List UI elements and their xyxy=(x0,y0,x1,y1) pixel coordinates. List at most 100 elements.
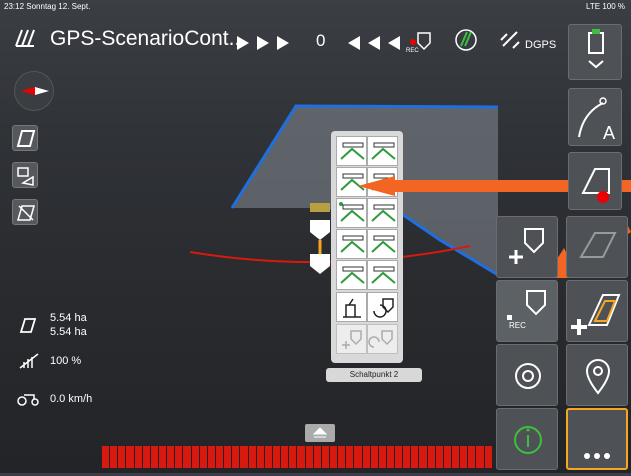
section-segment xyxy=(256,446,264,468)
location-button[interactable] xyxy=(566,344,628,406)
section-segment xyxy=(126,446,134,468)
marker-rotate-icon xyxy=(373,298,394,318)
camera-swap-button[interactable] xyxy=(12,162,38,188)
section-segment xyxy=(215,446,224,468)
section-segment xyxy=(395,446,403,468)
tractor-model xyxy=(310,203,330,212)
section-segment xyxy=(427,446,435,468)
add-point-button[interactable] xyxy=(336,324,367,354)
backward-arrows-icon[interactable] xyxy=(346,34,406,52)
section-segment xyxy=(411,446,419,468)
tractor-icon xyxy=(588,29,604,69)
section-segment xyxy=(207,446,215,468)
section-tooltip: Schaltpunkt 2 xyxy=(326,368,422,382)
section-segment xyxy=(281,446,289,468)
boundary-edit-icon xyxy=(579,232,617,258)
section-segment xyxy=(232,446,240,468)
section-segment xyxy=(338,446,346,468)
gps-mode: DGPS xyxy=(525,39,557,51)
boundary-edit-button[interactable] xyxy=(566,216,628,278)
section-segment xyxy=(183,446,191,468)
segment-counter: 0 xyxy=(316,31,326,50)
section-segment xyxy=(321,446,329,468)
settings-icon xyxy=(515,363,541,389)
section-segment xyxy=(354,446,362,468)
section-segment xyxy=(224,446,232,468)
forward-arrows-icon[interactable] xyxy=(235,34,299,52)
section-segment xyxy=(305,446,313,468)
section-segment xyxy=(460,446,468,468)
info-button[interactable] xyxy=(496,408,558,470)
undo-point-button[interactable] xyxy=(367,324,398,354)
undo-point-icon xyxy=(368,330,393,348)
more-button[interactable] xyxy=(566,408,628,470)
area-total: 5.54 ha xyxy=(50,326,87,338)
section-segment xyxy=(378,446,386,468)
logo-icon xyxy=(15,29,35,47)
status-bar: 23:12 Sonntag 12. Sept. LTE 100 % xyxy=(0,0,631,13)
area-view-button[interactable] xyxy=(12,125,38,151)
section-segment xyxy=(476,446,484,468)
tractor-button[interactable] xyxy=(568,24,622,80)
svg-text:A: A xyxy=(603,123,615,143)
section-segment xyxy=(443,446,452,468)
area-stat-icon xyxy=(19,318,37,333)
add-point-icon xyxy=(342,330,362,349)
info-icon xyxy=(514,426,542,454)
rec-label: REC xyxy=(406,48,419,54)
speed-tractor-icon xyxy=(17,394,39,406)
section-segment xyxy=(346,446,354,468)
section-segment xyxy=(158,446,167,468)
eject-icon xyxy=(312,427,328,438)
coverage-value: 100 % xyxy=(50,355,82,367)
section-segment xyxy=(199,446,207,468)
section-segment xyxy=(329,446,338,468)
compass-button[interactable] xyxy=(14,71,54,111)
section-segment xyxy=(289,446,297,468)
section-segment xyxy=(370,446,378,468)
settings-button[interactable] xyxy=(496,344,558,406)
rec-marker-button[interactable]: REC xyxy=(496,280,558,342)
expand-tab-button[interactable] xyxy=(305,424,335,442)
section-segment xyxy=(403,446,411,468)
map-edit-button[interactable] xyxy=(12,199,38,225)
area-worked: 5.54 ha xyxy=(50,312,87,324)
section-segment xyxy=(175,446,183,468)
rec-button-label: REC xyxy=(509,321,526,330)
section-segment xyxy=(142,446,150,468)
auto-section-button[interactable] xyxy=(336,292,367,322)
satellite-icon xyxy=(500,31,520,49)
guidance-button[interactable]: A xyxy=(568,88,622,146)
section-segment xyxy=(264,446,272,468)
guidance-a-icon: A xyxy=(578,97,615,143)
section-segment xyxy=(313,446,321,468)
section-segment xyxy=(484,446,492,468)
section-segment xyxy=(102,446,110,468)
section-segment xyxy=(110,446,118,468)
add-boundary-button[interactable] xyxy=(566,280,628,342)
speed-value: 0.0 km/h xyxy=(50,393,93,405)
section-segment xyxy=(248,446,256,468)
marker-pin-2 xyxy=(310,254,330,274)
marker-rotate-button[interactable] xyxy=(367,292,398,322)
headland-icon xyxy=(581,168,610,203)
headland-button[interactable] xyxy=(568,152,622,210)
header-bar: GPS-ScenarioCont... 0 REC DGPS xyxy=(0,14,631,66)
map-edit-icon xyxy=(17,205,35,221)
status-time: 23:12 Sonntag 12. Sept. xyxy=(4,2,91,11)
section-segment xyxy=(134,446,142,468)
rec-marker-button-icon xyxy=(507,290,546,320)
section-segment xyxy=(419,446,427,468)
section-segment xyxy=(118,446,126,468)
section-segment xyxy=(435,446,443,468)
auto-section-icon xyxy=(343,298,361,318)
section-segment xyxy=(240,446,248,468)
scenario-title[interactable]: GPS-ScenarioCont... xyxy=(50,27,246,51)
section-segment xyxy=(150,446,158,468)
section-segment xyxy=(362,446,370,468)
field-icon[interactable] xyxy=(452,26,480,54)
status-signal: LTE 100 % xyxy=(586,2,625,11)
more-icon xyxy=(584,453,610,459)
area-icon xyxy=(16,130,36,147)
add-marker-button[interactable] xyxy=(496,216,558,278)
